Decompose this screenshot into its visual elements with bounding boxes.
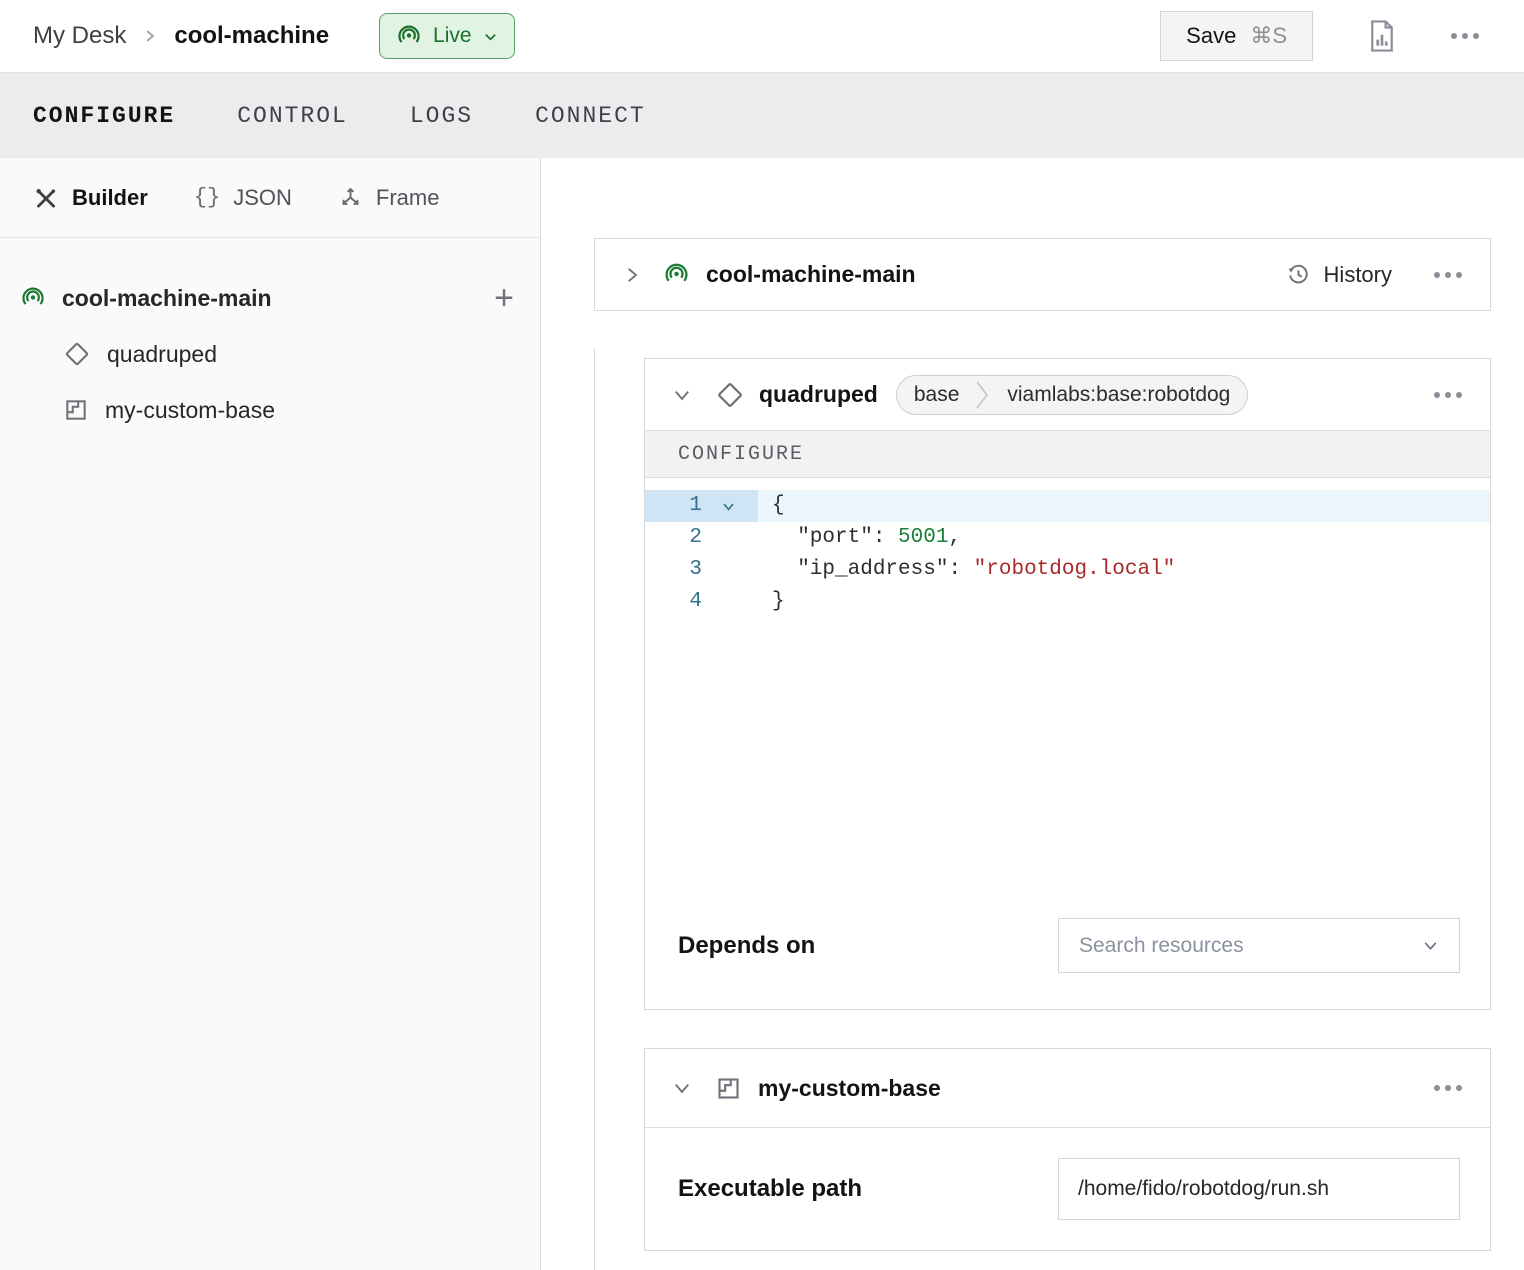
view-frame[interactable]: Frame — [338, 185, 440, 211]
base-more-menu[interactable] — [1434, 1085, 1462, 1091]
chevron-down-icon — [1422, 937, 1439, 954]
component-diamond-icon — [63, 340, 91, 368]
base-card-title: my-custom-base — [758, 1075, 941, 1102]
live-status-label: Live — [433, 24, 472, 48]
chevron-down-icon — [483, 29, 498, 44]
depends-on-select[interactable]: Search resources — [1058, 918, 1460, 973]
builder-tools-icon — [33, 185, 59, 211]
code-line[interactable]: 4 } — [645, 586, 1490, 618]
chevron-down-icon[interactable] — [673, 1079, 691, 1097]
depends-on-label: Depends on — [678, 932, 815, 960]
save-label: Save — [1186, 23, 1236, 49]
line-number: 2 — [645, 522, 702, 554]
broadcast-icon — [20, 285, 46, 311]
chevron-right-icon[interactable] — [623, 266, 641, 284]
resource-tree: cool-machine-main + quadruped — [0, 238, 540, 438]
line-number: 4 — [645, 586, 702, 618]
code-line[interactable]: 2 "port": 5001, — [645, 522, 1490, 554]
breadcrumb-machine-name: cool-machine — [174, 22, 329, 50]
tree-item-machine-part[interactable]: cool-machine-main + — [0, 270, 540, 326]
view-json-label: JSON — [233, 185, 292, 211]
tab-logs[interactable]: LOGS — [410, 103, 473, 129]
quadruped-more-menu[interactable] — [1434, 392, 1462, 398]
part-card-title: cool-machine-main — [706, 261, 916, 288]
module-icon — [63, 397, 89, 423]
breadcrumb-root[interactable]: My Desk — [33, 22, 126, 50]
tree-item-label: cool-machine-main — [62, 285, 272, 312]
line-number: 1 — [645, 490, 702, 522]
view-builder-label: Builder — [72, 185, 148, 211]
top-header: My Desk cool-machine Live Save ⌘S — [0, 0, 1524, 72]
save-button[interactable]: Save ⌘S — [1160, 11, 1313, 61]
config-sidebar: Builder {} JSON Frame — [0, 158, 541, 1270]
frame-axes-icon — [338, 185, 363, 210]
broadcast-icon — [396, 23, 422, 49]
machine-part-card: cool-machine-main History — [594, 238, 1491, 311]
view-builder[interactable]: Builder — [33, 185, 148, 211]
component-diamond-icon — [715, 380, 745, 410]
view-frame-label: Frame — [376, 185, 440, 211]
live-status-dropdown[interactable]: Live — [379, 13, 515, 59]
history-clock-icon — [1286, 262, 1311, 287]
document-chart-icon[interactable] — [1367, 19, 1397, 53]
line-number: 3 — [645, 554, 702, 586]
main-tabbar: CONFIGURE CONTROL LOGS CONNECT — [0, 72, 1524, 158]
attributes-json-editor[interactable]: 1 { 2 "port": 5001, — [645, 478, 1490, 905]
quadruped-card-title: quadruped — [759, 381, 878, 408]
badge-model: viamlabs:base:robotdog — [990, 383, 1247, 407]
tab-connect[interactable]: CONNECT — [535, 103, 646, 129]
broadcast-icon — [663, 261, 690, 288]
header-more-menu[interactable] — [1451, 33, 1479, 39]
badge-divider-chevron-icon — [976, 376, 990, 414]
tree-item-my-custom-base[interactable]: my-custom-base — [0, 382, 540, 438]
depends-on-placeholder: Search resources — [1079, 934, 1244, 958]
tree-item-label: quadruped — [107, 341, 217, 368]
add-component-button[interactable]: + — [494, 281, 514, 315]
view-switcher: Builder {} JSON Frame — [0, 158, 540, 238]
fold-chevron-icon[interactable] — [702, 490, 754, 522]
save-shortcut: ⌘S — [1250, 23, 1287, 49]
configure-section-header: CONFIGURE — [645, 430, 1490, 478]
history-button[interactable]: History — [1286, 262, 1392, 288]
module-icon — [715, 1075, 742, 1102]
code-line[interactable]: 3 "ip_address": "robotdog.local" — [645, 554, 1490, 586]
part-card-more-menu[interactable] — [1434, 272, 1462, 278]
executable-path-input[interactable] — [1058, 1158, 1460, 1220]
tab-configure[interactable]: CONFIGURE — [33, 103, 175, 129]
history-label: History — [1324, 262, 1392, 288]
braces-icon: {} — [194, 185, 220, 210]
tab-control[interactable]: CONTROL — [237, 103, 348, 129]
chevron-down-icon[interactable] — [673, 386, 691, 404]
tree-item-label: my-custom-base — [105, 397, 275, 424]
tree-item-quadruped[interactable]: quadruped — [0, 326, 540, 382]
code-line[interactable]: 1 { — [645, 490, 1490, 522]
badge-type: base — [897, 383, 977, 407]
quadruped-component-card: quadruped base viamlabs:base:robotdog CO… — [644, 358, 1491, 1010]
component-type-badge: base viamlabs:base:robotdog — [896, 375, 1249, 415]
view-json[interactable]: {} JSON — [194, 185, 292, 211]
breadcrumb-chevron-icon — [142, 28, 158, 44]
executable-path-label: Executable path — [678, 1175, 862, 1203]
custom-base-card: my-custom-base Executable path — [644, 1048, 1491, 1251]
hierarchy-connector-line — [594, 348, 595, 1270]
configure-panel: cool-machine-main History — [541, 158, 1524, 1270]
